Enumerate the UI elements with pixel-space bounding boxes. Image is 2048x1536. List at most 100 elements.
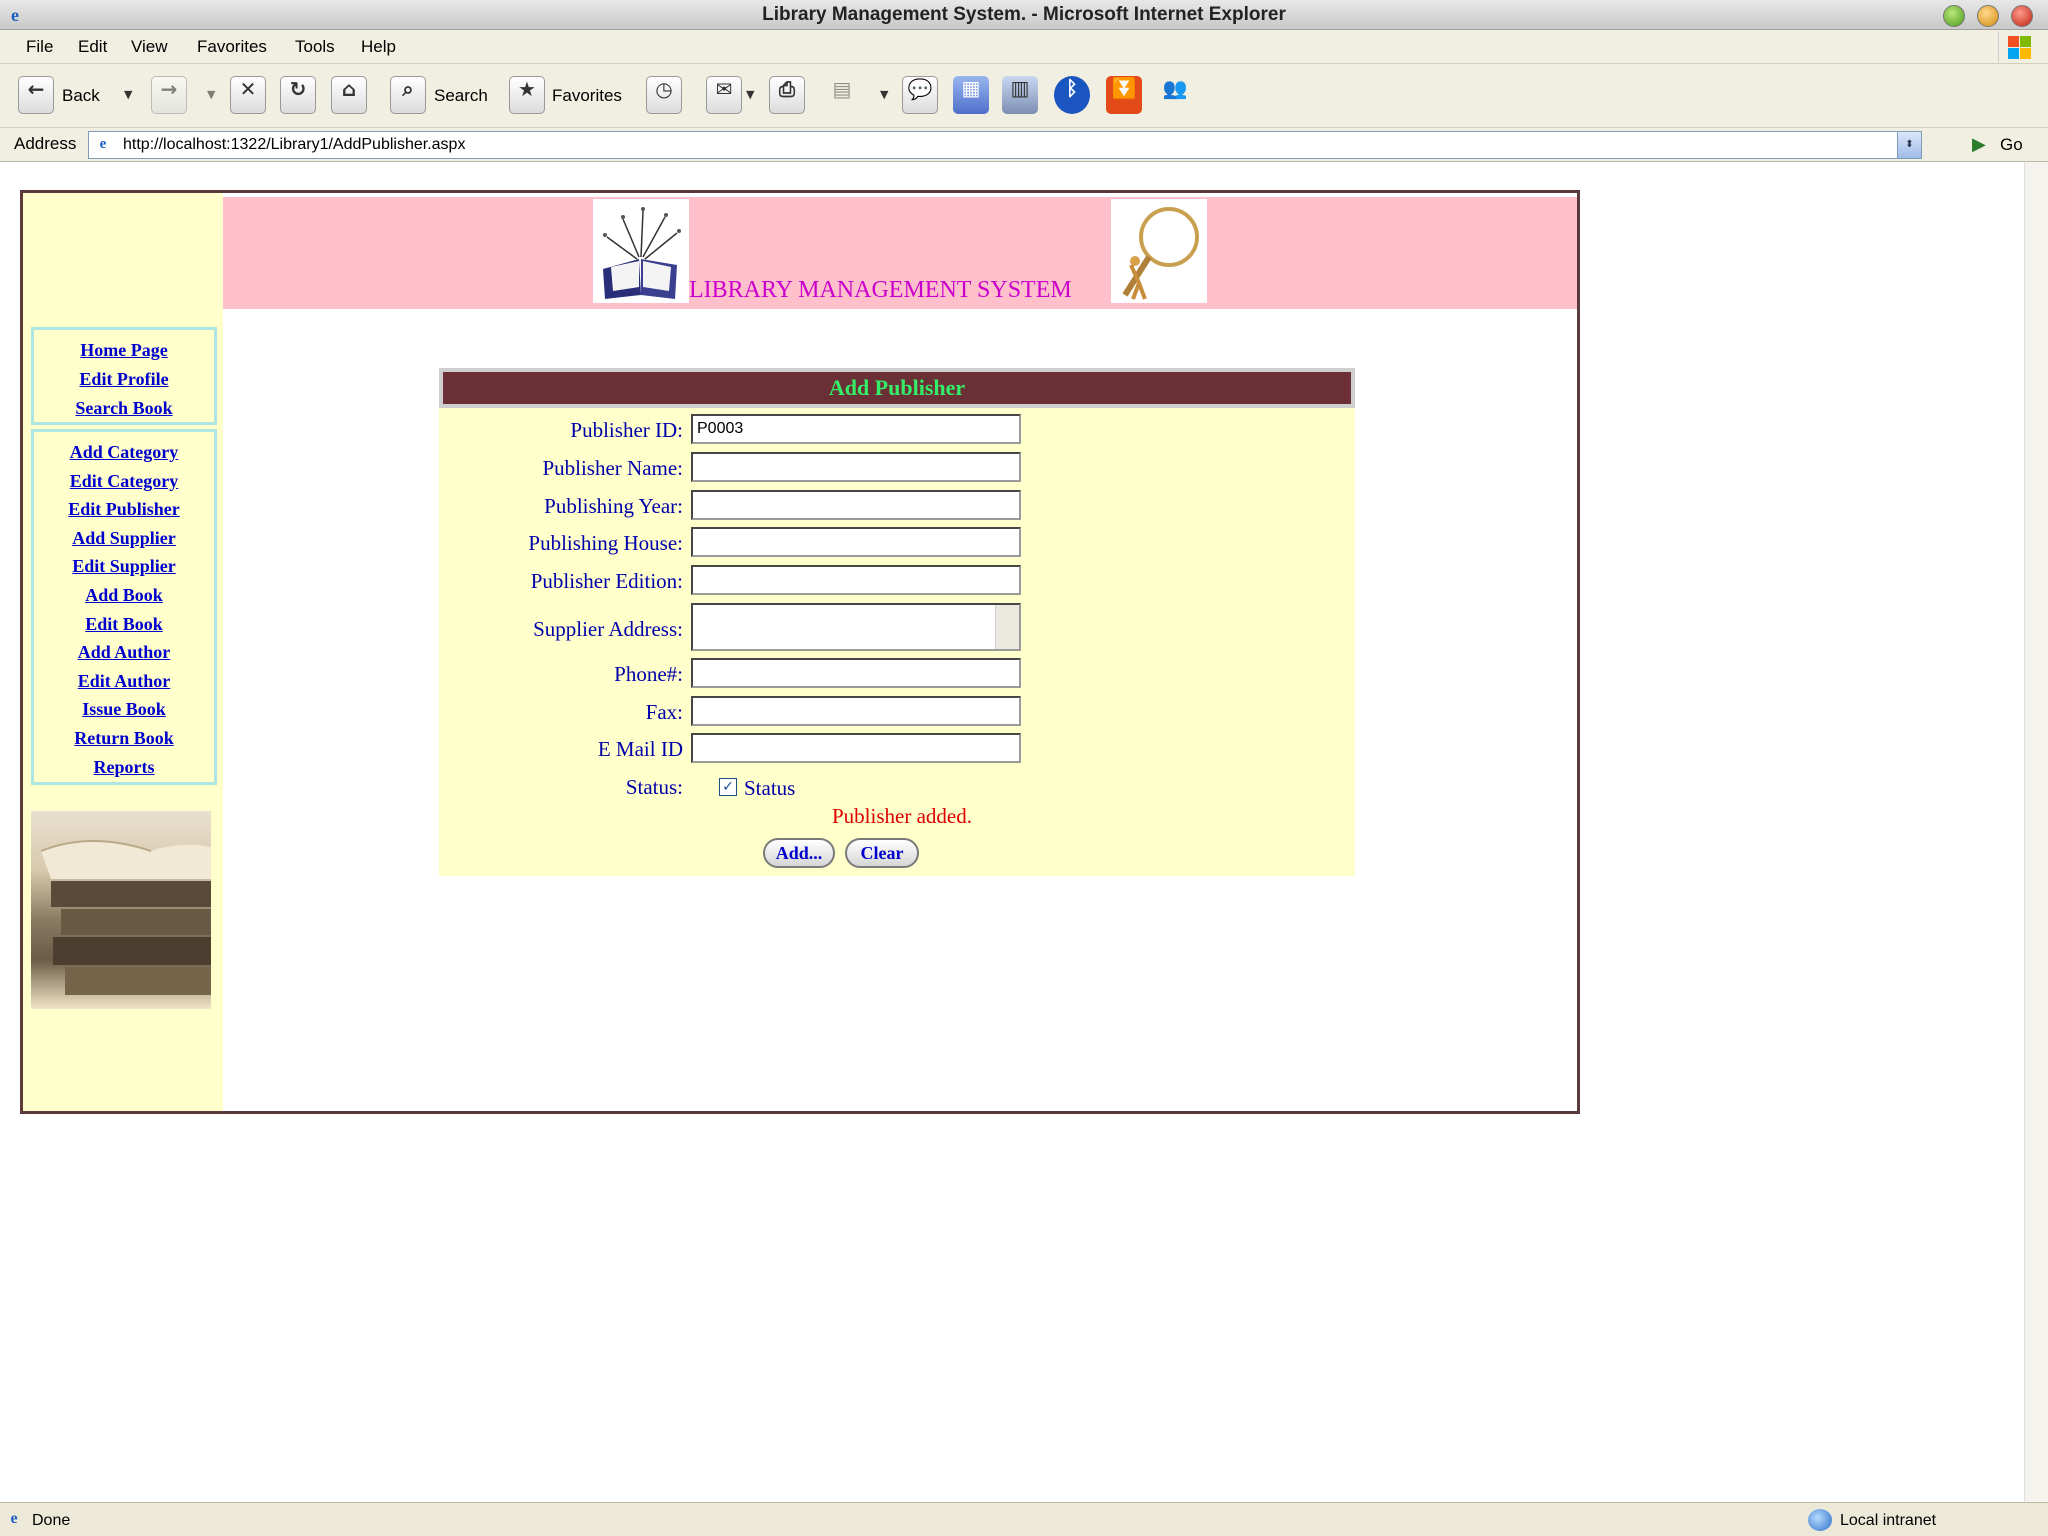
nav-add-category[interactable]: Add Category — [34, 438, 214, 467]
menu-help[interactable]: Help — [361, 37, 396, 57]
nav-add-supplier[interactable]: Add Supplier — [34, 524, 214, 553]
fax-field[interactable] — [691, 696, 1021, 726]
edit-dropdown-icon[interactable]: ▼ — [880, 88, 888, 101]
stop-icon: ✕ — [239, 77, 257, 101]
menu-view[interactable]: View — [131, 37, 168, 57]
status-label: Status: — [625, 775, 683, 799]
download-button[interactable]: ⏬ — [1106, 76, 1142, 114]
mail-icon: ✉ — [715, 77, 733, 101]
intranet-zone-icon — [1808, 1509, 1832, 1531]
minimize-button[interactable] — [1943, 5, 1965, 27]
book-stack-image — [31, 811, 211, 1009]
discuss-icon: 💬 — [907, 77, 933, 101]
refresh-icon: ↻ — [289, 77, 307, 101]
page-scrollbar[interactable] — [2024, 162, 2048, 1502]
menu-file[interactable]: File — [26, 37, 53, 57]
publishing-house-field[interactable] — [691, 527, 1021, 557]
nav-return-book[interactable]: Return Book — [34, 724, 214, 753]
nav-reports[interactable]: Reports — [34, 753, 214, 782]
supplier-address-field[interactable] — [691, 603, 1021, 651]
bluetooth-button[interactable]: ᛒ — [1054, 76, 1090, 114]
page-viewport: LIBRARY MANAGEMENT SYSTEM Home Page Edit… — [0, 162, 2024, 1502]
windows-logo-icon — [1998, 32, 2038, 62]
email-field[interactable] — [691, 733, 1021, 763]
phone-field[interactable] — [691, 658, 1021, 688]
status-text: Done — [32, 1512, 71, 1529]
publisher-id-field[interactable] — [691, 414, 1021, 444]
nav-add-book[interactable]: Add Book — [34, 581, 214, 610]
fax-label: Fax: — [645, 700, 683, 724]
window-title: Library Management System. - Microsoft I… — [762, 4, 1286, 25]
magnifier-logo — [1111, 199, 1207, 303]
go-button[interactable]: Go — [2000, 135, 2023, 155]
refresh-button[interactable]: ↻ — [280, 76, 316, 114]
book-icon: ▥ — [1010, 76, 1030, 100]
nav-add-author[interactable]: Add Author — [34, 638, 214, 667]
nav-edit-category[interactable]: Edit Category — [34, 467, 214, 496]
research-button[interactable]: ▦ — [953, 76, 989, 114]
messenger-button[interactable]: 👥 — [1157, 76, 1193, 114]
publishing-year-field[interactable] — [691, 490, 1021, 520]
search-label[interactable]: Search — [434, 86, 488, 106]
nav-edit-supplier[interactable]: Edit Supplier — [34, 552, 214, 581]
maximize-button[interactable] — [1977, 5, 1999, 27]
history-button[interactable]: ◷ — [646, 76, 682, 114]
home-icon: ⌂ — [341, 77, 357, 101]
nav-edit-book[interactable]: Edit Book — [34, 610, 214, 639]
home-button[interactable]: ⌂ — [331, 76, 367, 114]
nav-issue-book[interactable]: Issue Book — [34, 695, 214, 724]
nav-search-book[interactable]: Search Book — [34, 394, 214, 423]
back-arrow-icon: ← — [27, 77, 45, 101]
publisher-name-label: Publisher Name: — [542, 456, 683, 480]
page-status-icon: e — [10, 1510, 18, 1527]
add-publisher-form: Add Publisher Publisher ID: Publisher Na… — [439, 368, 1355, 876]
mail-dropdown-icon[interactable]: ▼ — [746, 88, 754, 101]
research-icon: ▦ — [961, 76, 981, 100]
nav-edit-author[interactable]: Edit Author — [34, 667, 214, 696]
nav-edit-profile[interactable]: Edit Profile — [34, 365, 214, 394]
nav-edit-publisher[interactable]: Edit Publisher — [34, 495, 214, 524]
user-nav-panel: Home Page Edit Profile Search Book — [31, 327, 217, 425]
edit-icon: ▤ — [832, 77, 852, 101]
toolbar: ← Back ▼ → ▼ ✕ ↻ ⌂ ⌕ Search ★ Favorites … — [0, 64, 2048, 128]
star-icon: ★ — [518, 77, 536, 101]
page-frame: LIBRARY MANAGEMENT SYSTEM Home Page Edit… — [20, 190, 1580, 1114]
clear-button[interactable]: Clear — [845, 838, 919, 868]
back-dropdown-icon[interactable]: ▼ — [124, 88, 132, 101]
menu-tools[interactable]: Tools — [295, 37, 335, 57]
address-bar: Address e http://localhost:1322/Library1… — [0, 128, 2048, 162]
form-title: Add Publisher — [443, 372, 1351, 404]
discuss-button[interactable]: 💬 — [902, 76, 938, 114]
print-button[interactable]: ⎙ — [769, 76, 805, 114]
search-button[interactable]: ⌕ — [390, 76, 426, 114]
publisher-edition-field[interactable] — [691, 565, 1021, 595]
go-arrow-icon[interactable]: ▶ — [1972, 134, 1986, 155]
favorites-button[interactable]: ★ — [509, 76, 545, 114]
publishing-year-label: Publishing Year: — [544, 494, 683, 518]
textarea-scrollbar[interactable] — [995, 605, 1019, 649]
address-field[interactable]: e http://localhost:1322/Library1/AddPubl… — [88, 131, 1922, 159]
back-label[interactable]: Back — [62, 86, 100, 106]
forward-dropdown-icon[interactable]: ▼ — [207, 88, 215, 101]
favorites-label[interactable]: Favorites — [552, 86, 622, 106]
nav-home-page[interactable]: Home Page — [34, 336, 214, 365]
forward-button[interactable]: → — [151, 76, 187, 114]
open-book-logo — [593, 199, 689, 303]
menu-favorites[interactable]: Favorites — [197, 37, 267, 57]
address-dropdown-icon[interactable]: ⬍ — [1897, 132, 1921, 158]
title-bar: e Library Management System. - Microsoft… — [0, 0, 2048, 30]
status-checkbox-label[interactable]: Status — [744, 776, 795, 801]
publisher-id-label: Publisher ID: — [570, 418, 683, 442]
add-button[interactable]: Add... — [763, 838, 835, 868]
edit-button[interactable]: ▤ — [824, 76, 860, 114]
zone-text: Local intranet — [1840, 1512, 1937, 1529]
close-window-button[interactable] — [2011, 5, 2033, 27]
menu-edit[interactable]: Edit — [78, 37, 107, 57]
stop-button[interactable]: ✕ — [230, 76, 266, 114]
publisher-name-field[interactable] — [691, 452, 1021, 482]
status-checkbox[interactable]: ✓ — [719, 778, 737, 796]
messenger-book-button[interactable]: ▥ — [1002, 76, 1038, 114]
back-button[interactable]: ← — [18, 76, 54, 114]
url-text[interactable]: http://localhost:1322/Library1/AddPublis… — [123, 136, 465, 154]
mail-button[interactable]: ✉ — [706, 76, 742, 114]
